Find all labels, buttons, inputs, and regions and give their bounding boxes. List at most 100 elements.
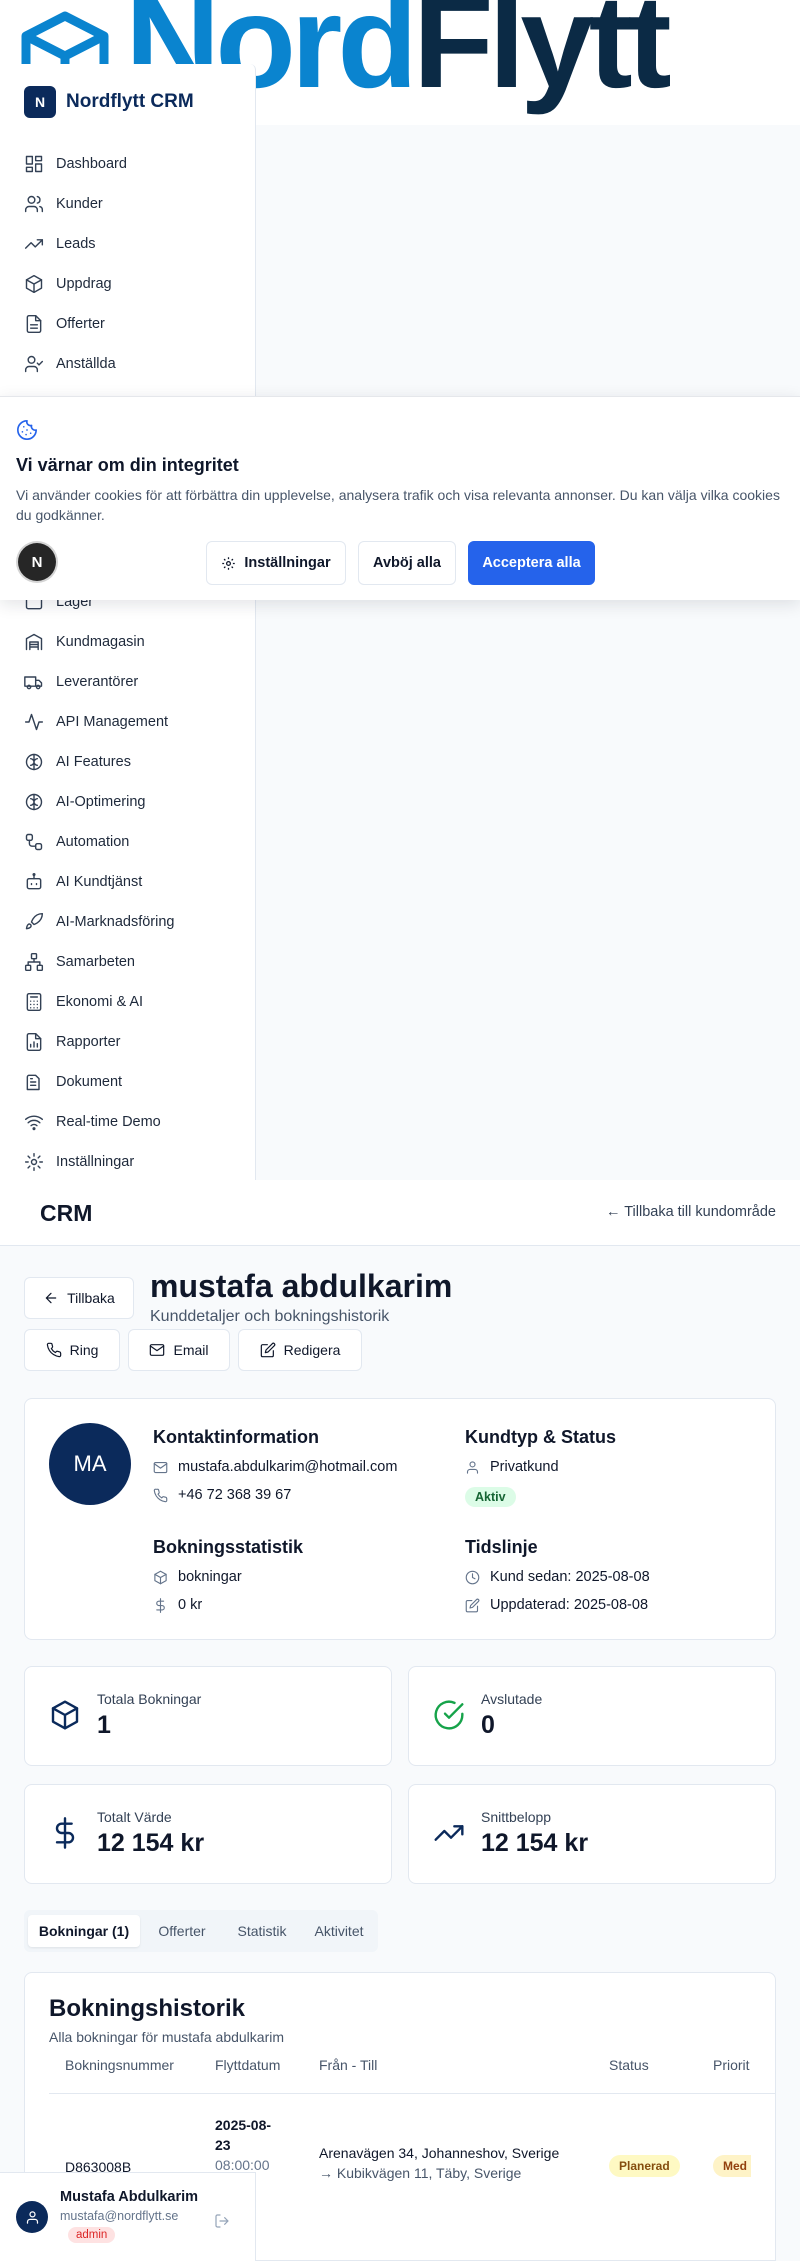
user-name: Mustafa Abdulkarim [60, 2189, 199, 2205]
column-header-priority[interactable]: Priorit [713, 2057, 750, 2073]
back-button[interactable]: Tillbaka [24, 1277, 134, 1319]
sidebar-item-label: AI-Optimering [56, 794, 146, 810]
sidebar-item-ai-features[interactable]: AI Features [24, 750, 131, 774]
dashboard-icon [25, 155, 43, 173]
sidebar-item-label: Ekonomi & AI [56, 994, 144, 1010]
sidebar-item-ai-marknadsforing[interactable]: AI-Marknadsföring [24, 910, 174, 934]
wifi-icon [24, 1115, 44, 1131]
sidebar-item-leads[interactable]: Leads [24, 232, 96, 256]
sidebar-item-real-time-demo[interactable]: Real-time Demo [24, 1110, 161, 1134]
avatar[interactable] [16, 2201, 48, 2233]
edit-icon [465, 1598, 480, 1612]
back-to-customer-area-link[interactable]: ← Tillbaka till kundområde [606, 1204, 776, 1220]
contact-title: Kontaktinformation [153, 1427, 319, 1447]
settings-icon [24, 1152, 44, 1172]
booking-date-line1: 2025-08- [215, 2117, 272, 2133]
phone-icon [153, 1488, 168, 1502]
sidebar-item-ekonomi-ai[interactable]: Ekonomi & AI [24, 990, 143, 1014]
sidebar-item-label: AI-Marknadsföring [56, 914, 175, 930]
priority-badge: Med [713, 2155, 751, 2177]
sidebar-item-kunder[interactable]: Kunder [24, 192, 103, 216]
sidebar-item-leverantorer[interactable]: Leverantörer [24, 670, 138, 694]
sidebar-item-label: Dokument [56, 1074, 123, 1090]
sidebar-item-label: Offerter [56, 316, 105, 332]
sidebar-item-uppdrag[interactable]: Uppdrag [24, 272, 112, 296]
column-header-status[interactable]: Status [609, 2057, 649, 2073]
edit-icon [260, 1342, 275, 1358]
documents-icon [26, 1074, 40, 1091]
package-icon [51, 1700, 79, 1730]
logout-icon[interactable] [214, 2213, 230, 2229]
mail-icon [153, 1461, 168, 1473]
sidebar-item-ai-kundtjanst[interactable]: AI Kundtjänst [24, 870, 142, 894]
sidebar-item-rapporter[interactable]: Rapporter [24, 1030, 120, 1054]
brand[interactable]: N Nordflytt CRM [24, 86, 194, 118]
brain-icon [25, 753, 43, 771]
call-button[interactable]: Ring [24, 1329, 120, 1371]
phone-row[interactable]: +46 72 368 39 67 [153, 1487, 291, 1503]
sidebar-item-offerter[interactable]: Offerter [24, 312, 105, 336]
network-icon [24, 952, 44, 972]
bookings-value: 0 kr [178, 1597, 203, 1613]
stat-label: Totalt Värde [97, 1809, 172, 1825]
sidebar-item-dashboard[interactable]: Dashboard [24, 152, 127, 176]
sidebar-item-samarbeten[interactable]: Samarbeten [24, 950, 135, 974]
file-chart-icon [26, 1032, 42, 1052]
customer-updated: Uppdaterad: 2025-08-08 [490, 1597, 649, 1613]
trending-up-icon [24, 239, 44, 249]
cookie-banner: Vi värnar om din integritet Vi använder … [0, 396, 800, 600]
sidebar-item-anstallda[interactable]: Anställda [24, 352, 116, 376]
sidebar: N Nordflytt CRM Dashboard Kunder Leads U… [0, 64, 256, 1180]
cookie-settings-button[interactable]: Inställningar [206, 541, 346, 585]
stat-label: Totala Bokningar [97, 1691, 202, 1707]
check-circle-icon [434, 1700, 464, 1730]
sidebar-item-label: AI Features [56, 754, 131, 770]
sidebar-item-dokument[interactable]: Dokument [24, 1070, 122, 1094]
booking-history-title: Bokningshistorik [49, 1995, 246, 2022]
tab-offerter[interactable]: Offerter [144, 1915, 220, 1947]
tab-bokningar[interactable]: Bokningar (1) [28, 1915, 140, 1947]
sidebar-item-label: Automation [56, 834, 130, 850]
column-header-number[interactable]: Bokningsnummer [65, 2057, 174, 2073]
stat-label: Avslutade [481, 1691, 543, 1707]
tab-statistik[interactable]: Statistik [224, 1915, 300, 1947]
tab-aktivitet[interactable]: Aktivitet [304, 1915, 374, 1947]
stat-value: 12 154 kr [481, 1829, 589, 1857]
booking-stats-title: Bokningsstatistik [153, 1537, 304, 1557]
user-icon [26, 2210, 38, 2224]
user-check-icon [24, 355, 44, 373]
sidebar-item-ai-optimering[interactable]: AI-Optimering [24, 790, 145, 814]
truck-icon [24, 676, 43, 690]
customer-since-row: Kund sedan: 2025-08-08 [465, 1569, 650, 1585]
brain-icon [25, 793, 43, 811]
sidebar-item-kundmagasin[interactable]: Kundmagasin [24, 630, 145, 654]
bookings-count: bokningar [178, 1569, 242, 1585]
sidebar-item-label: Rapporter [56, 1034, 121, 1050]
sidebar-item-label: AI Kundtjänst [56, 874, 143, 890]
users-icon [24, 195, 44, 213]
stat-card-completed: Avslutade 0 [408, 1666, 776, 1766]
bot-icon [26, 872, 42, 890]
booking-time: 08:00:00 [215, 2157, 270, 2173]
column-header-route[interactable]: Från - Till [319, 2057, 377, 2073]
booking-history-subtitle: Alla bokningar för mustafa abdulkarim [49, 2029, 285, 2045]
floating-avatar[interactable]: N [18, 543, 56, 581]
column-header-date[interactable]: Flyttdatum [215, 2057, 280, 2073]
cookie-reject-button[interactable]: Avböj alla [358, 541, 456, 585]
sidebar-item-label: Leverantörer [56, 674, 139, 690]
sidebar-item-automation[interactable]: Automation [24, 830, 129, 854]
edit-button[interactable]: Redigera [238, 1329, 362, 1371]
user-icon [466, 1460, 479, 1474]
mail-icon [150, 1344, 165, 1356]
stat-card-average: Snittbelopp 12 154 kr [408, 1784, 776, 1884]
cookie-accept-button[interactable]: Acceptera alla [468, 541, 595, 585]
brand-name: Nordflytt CRM [66, 91, 194, 112]
email-button[interactable]: Email [128, 1329, 230, 1371]
dollar-icon [156, 1597, 165, 1613]
cookie-title: Vi värnar om din integritet [16, 455, 239, 475]
user-role-badge: admin [68, 2227, 116, 2243]
activity-icon [24, 713, 44, 731]
sidebar-item-api-management[interactable]: API Management [24, 710, 168, 734]
email-row[interactable]: mustafa.abdulkarim@hotmail.com [153, 1459, 397, 1475]
sidebar-item-installningar[interactable]: Inställningar [24, 1150, 134, 1174]
